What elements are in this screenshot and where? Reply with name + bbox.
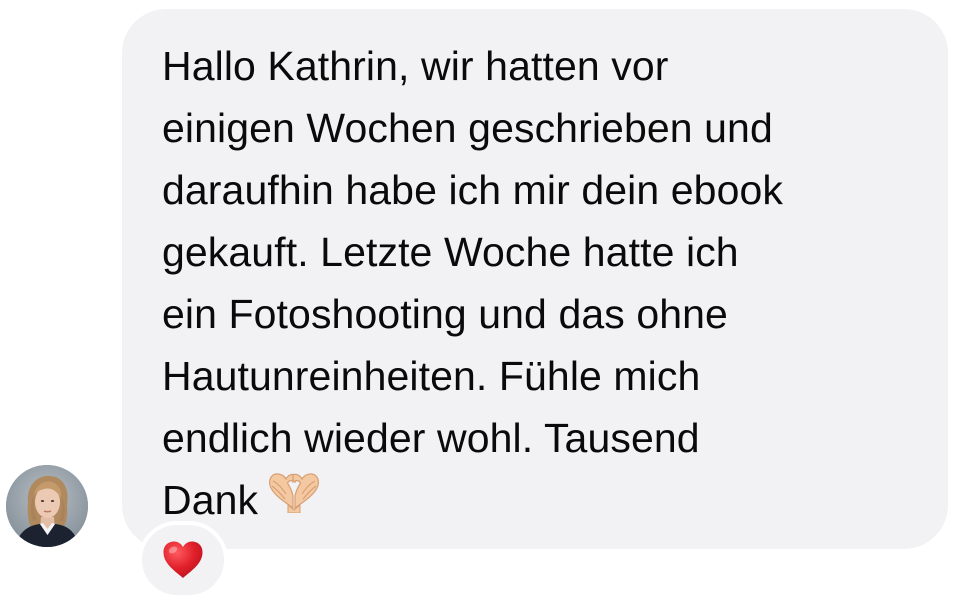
message-line: einigen Wochen geschrieben und xyxy=(162,105,773,151)
heart-reaction-badge[interactable] xyxy=(138,521,228,599)
user-avatar-photo-icon xyxy=(6,465,88,547)
message-line: endlich wieder wohl. Tausend xyxy=(162,415,700,461)
message-line: daraufhin habe ich mir dein ebook xyxy=(162,167,783,213)
message-text: Hallo Kathrin, wir hatten vor einigen Wo… xyxy=(162,35,918,534)
message-line: Hallo Kathrin, wir hatten vor xyxy=(162,43,669,89)
heart-hands-emoji-icon xyxy=(264,468,324,530)
message-line-text: Dank xyxy=(162,477,259,523)
message-line: ein Fotoshooting und das ohne xyxy=(162,291,728,337)
message-row: Hallo Kathrin, wir hatten vor einigen Wo… xyxy=(0,0,964,614)
message-bubble[interactable]: Hallo Kathrin, wir hatten vor einigen Wo… xyxy=(122,9,948,549)
red-heart-icon xyxy=(163,541,203,578)
message-line-last: Dank xyxy=(162,469,918,534)
message-line: gekauft. Letzte Woche hatte ich xyxy=(162,229,739,275)
message-line: Hautunreinheiten. Fühle mich xyxy=(162,353,701,399)
sender-avatar[interactable] xyxy=(6,465,88,547)
